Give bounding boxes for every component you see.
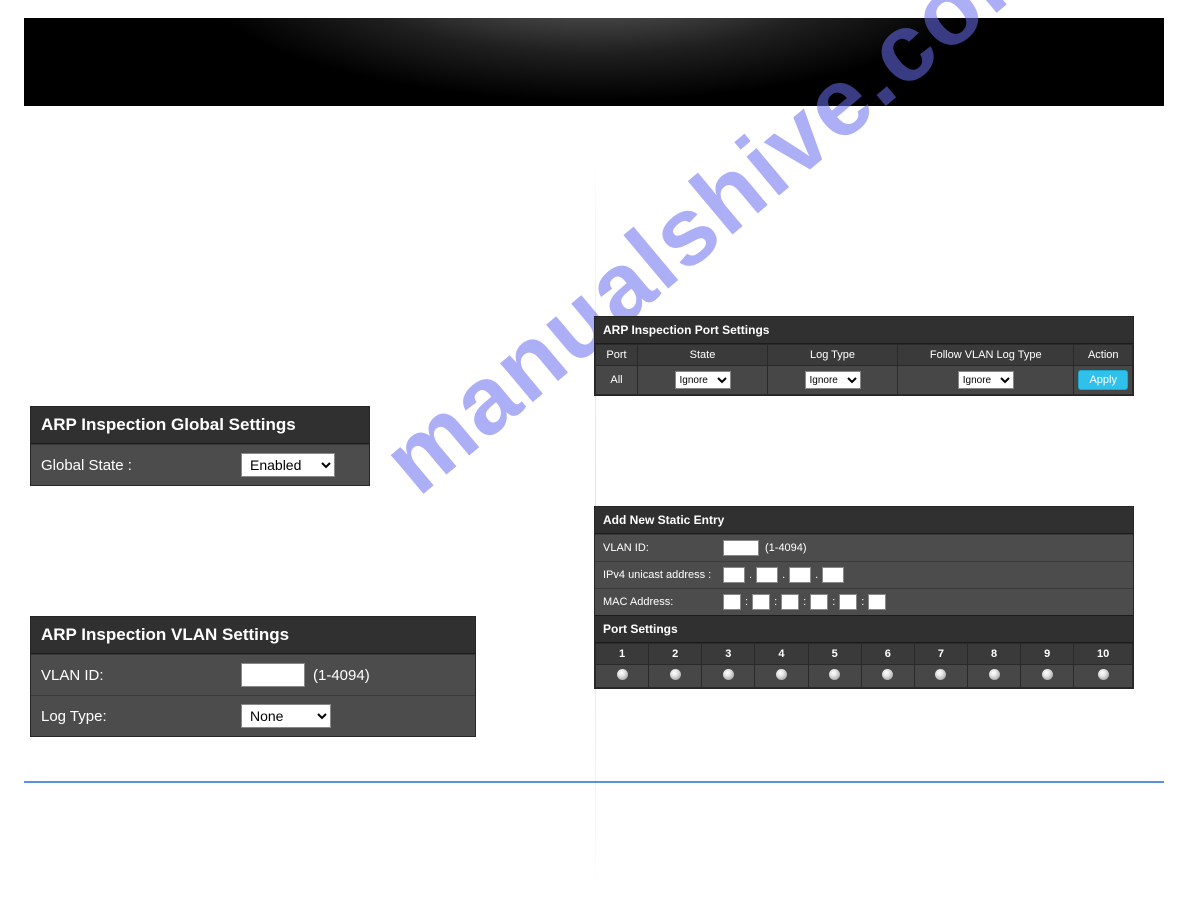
top-banner <box>24 18 1164 106</box>
vlan-id-range: (1-4094) <box>313 667 370 684</box>
colon-sep: : <box>861 596 864 608</box>
table-row: 1 2 3 4 5 6 7 8 9 10 <box>596 644 1133 665</box>
ipv4-label: IPv4 unicast address : <box>603 569 723 581</box>
table-row <box>596 665 1133 688</box>
static-vlan-range: (1-4094) <box>765 542 807 554</box>
port-col: 7 <box>914 644 967 665</box>
follow-select[interactable]: Ignore <box>958 371 1014 389</box>
port-col: 5 <box>808 644 861 665</box>
port-col: 8 <box>967 644 1020 665</box>
port-radio-9[interactable] <box>1042 669 1053 680</box>
ipv4-octet-4[interactable] <box>822 567 844 583</box>
port-col: 9 <box>1021 644 1074 665</box>
colon-sep: : <box>803 596 806 608</box>
arp-port-settings-title: ARP Inspection Port Settings <box>595 317 1133 344</box>
col-action: Action <box>1074 345 1133 366</box>
port-radio-10[interactable] <box>1098 669 1109 680</box>
cell-port: All <box>596 366 638 395</box>
table-row: Port State Log Type Follow VLAN Log Type… <box>596 345 1133 366</box>
vlan-id-label: VLAN ID: <box>41 667 241 684</box>
port-col: 3 <box>702 644 755 665</box>
col-state: State <box>638 345 768 366</box>
mac-label: MAC Address: <box>603 596 723 608</box>
colon-sep: : <box>832 596 835 608</box>
port-radio-1[interactable] <box>617 669 628 680</box>
ipv4-octet-1[interactable] <box>723 567 745 583</box>
vlan-id-input[interactable] <box>241 663 305 687</box>
ipv4-octet-3[interactable] <box>789 567 811 583</box>
arp-global-settings-title: ARP Inspection Global Settings <box>31 407 369 444</box>
global-state-select[interactable]: Enabled <box>241 453 335 477</box>
state-select[interactable]: Ignore <box>675 371 731 389</box>
ipv4-octet-2[interactable] <box>756 567 778 583</box>
arp-vlan-settings-panel: ARP Inspection VLAN Settings VLAN ID: (1… <box>30 616 476 737</box>
static-vlan-label: VLAN ID: <box>603 542 723 554</box>
logtype-label: Log Type: <box>41 708 241 725</box>
ports-grid-table: 1 2 3 4 5 6 7 8 9 10 <box>595 643 1133 688</box>
port-radio-7[interactable] <box>935 669 946 680</box>
static-vlan-input[interactable] <box>723 540 759 556</box>
port-col: 2 <box>649 644 702 665</box>
port-col: 10 <box>1074 644 1133 665</box>
logtype-select-port[interactable]: Ignore <box>805 371 861 389</box>
mac-byte-2[interactable] <box>752 594 770 610</box>
dot-sep: . <box>749 569 752 581</box>
arp-port-settings-table: Port State Log Type Follow VLAN Log Type… <box>595 344 1133 395</box>
port-radio-8[interactable] <box>989 669 1000 680</box>
logtype-select[interactable]: None <box>241 704 331 728</box>
colon-sep: : <box>774 596 777 608</box>
port-radio-5[interactable] <box>829 669 840 680</box>
apply-button[interactable]: Apply <box>1078 370 1128 390</box>
mac-byte-5[interactable] <box>839 594 857 610</box>
col-port: Port <box>596 345 638 366</box>
port-col: 4 <box>755 644 808 665</box>
port-radio-6[interactable] <box>882 669 893 680</box>
footer-separator <box>24 781 1164 783</box>
mac-byte-1[interactable] <box>723 594 741 610</box>
col-follow: Follow VLAN Log Type <box>898 345 1074 366</box>
port-radio-3[interactable] <box>723 669 734 680</box>
arp-port-settings-panel: ARP Inspection Port Settings Port State … <box>594 316 1134 396</box>
colon-sep: : <box>745 596 748 608</box>
port-radio-4[interactable] <box>776 669 787 680</box>
port-col: 6 <box>861 644 914 665</box>
static-entry-panel: Add New Static Entry VLAN ID: (1-4094) I… <box>594 506 1134 689</box>
ports-subtitle: Port Settings <box>595 615 1133 643</box>
mac-byte-3[interactable] <box>781 594 799 610</box>
col-logtype: Log Type <box>768 345 898 366</box>
dot-sep: . <box>782 569 785 581</box>
global-state-label: Global State : <box>41 457 241 474</box>
table-row: All Ignore Ignore Ignore Apply <box>596 366 1133 395</box>
port-col: 1 <box>596 644 649 665</box>
static-entry-title: Add New Static Entry <box>595 507 1133 534</box>
dot-sep: . <box>815 569 818 581</box>
mac-byte-6[interactable] <box>868 594 886 610</box>
port-radio-2[interactable] <box>670 669 681 680</box>
mac-byte-4[interactable] <box>810 594 828 610</box>
arp-vlan-settings-title: ARP Inspection VLAN Settings <box>31 617 475 654</box>
arp-global-settings-panel: ARP Inspection Global Settings Global St… <box>30 406 370 486</box>
